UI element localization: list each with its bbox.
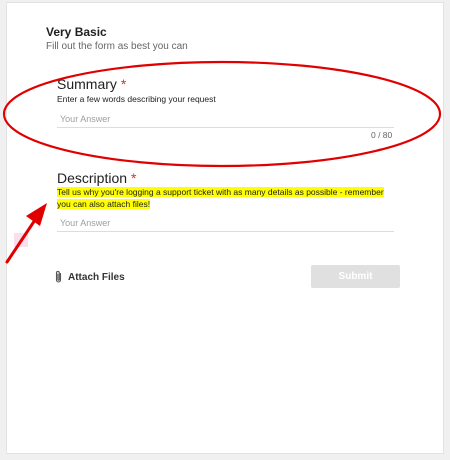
description-answer-input[interactable] [57,214,394,232]
summary-required-mark: * [120,76,127,92]
summary-char-counter: 0 / 80 [371,130,393,140]
description-label: Description * [57,170,136,186]
description-label-text: Description [57,170,128,186]
attach-files-button[interactable]: Attach Files [54,270,125,284]
summary-label: Summary * [57,76,126,92]
highlighted-description: Tell us why you're logging a support tic… [57,187,384,209]
summary-description: Enter a few words describing your reques… [57,94,216,104]
summary-label-text: Summary [57,76,117,92]
description-required-mark: * [131,170,137,186]
form-title: Very Basic [46,25,107,39]
pink-artifact [14,233,28,247]
page: Very Basic Fill out the form as best you… [0,0,450,460]
paperclip-icon [54,270,63,284]
submit-button[interactable]: Submit [311,265,400,288]
description-help-text: Tell us why you're logging a support tic… [57,186,399,210]
form-subtitle: Fill out the form as best you can [46,41,188,52]
attach-files-label: Attach Files [68,271,125,283]
summary-answer-input[interactable] [57,110,394,128]
